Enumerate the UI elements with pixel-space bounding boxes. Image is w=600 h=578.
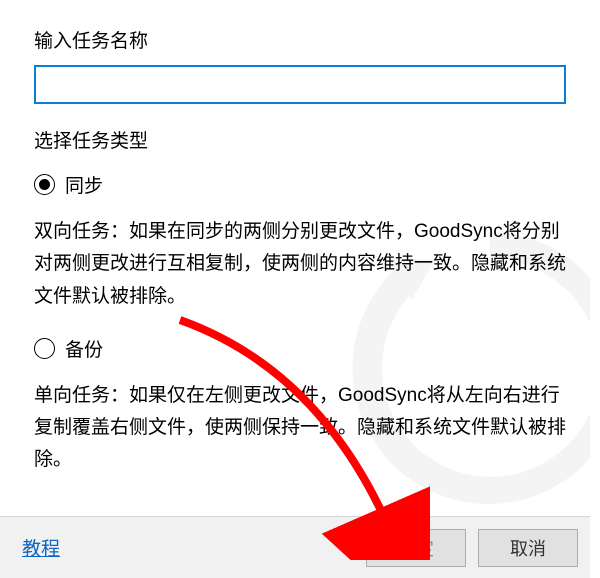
radio-option-backup[interactable]: 备份: [34, 335, 566, 362]
sync-description: 双向任务：如果在同步的两侧分别更改文件，GoodSync将分别对两侧更改进行互相…: [34, 216, 566, 313]
task-type-label: 选择任务类型: [34, 126, 566, 153]
task-name-input[interactable]: [34, 65, 566, 104]
radio-icon: [34, 338, 55, 359]
radio-icon: [34, 174, 55, 195]
radio-option-sync[interactable]: 同步: [34, 171, 566, 198]
dialog-footer: 教程 确定 取消: [0, 516, 600, 578]
cancel-button[interactable]: 取消: [478, 529, 578, 567]
tutorial-link[interactable]: 教程: [22, 534, 60, 561]
radio-label-sync: 同步: [65, 171, 103, 198]
task-name-label: 输入任务名称: [34, 26, 566, 53]
backup-description: 单向任务：如果仅在左侧更改文件，GoodSync将从左向右进行复制覆盖右侧文件，…: [34, 380, 566, 477]
radio-label-backup: 备份: [65, 335, 103, 362]
right-crop-mask: [590, 0, 600, 578]
radio-dot-icon: [39, 179, 50, 190]
ok-button[interactable]: 确定: [366, 529, 466, 567]
new-task-dialog: 输入任务名称 选择任务类型 同步 双向任务：如果在同步的两侧分别更改文件，Goo…: [0, 0, 600, 578]
